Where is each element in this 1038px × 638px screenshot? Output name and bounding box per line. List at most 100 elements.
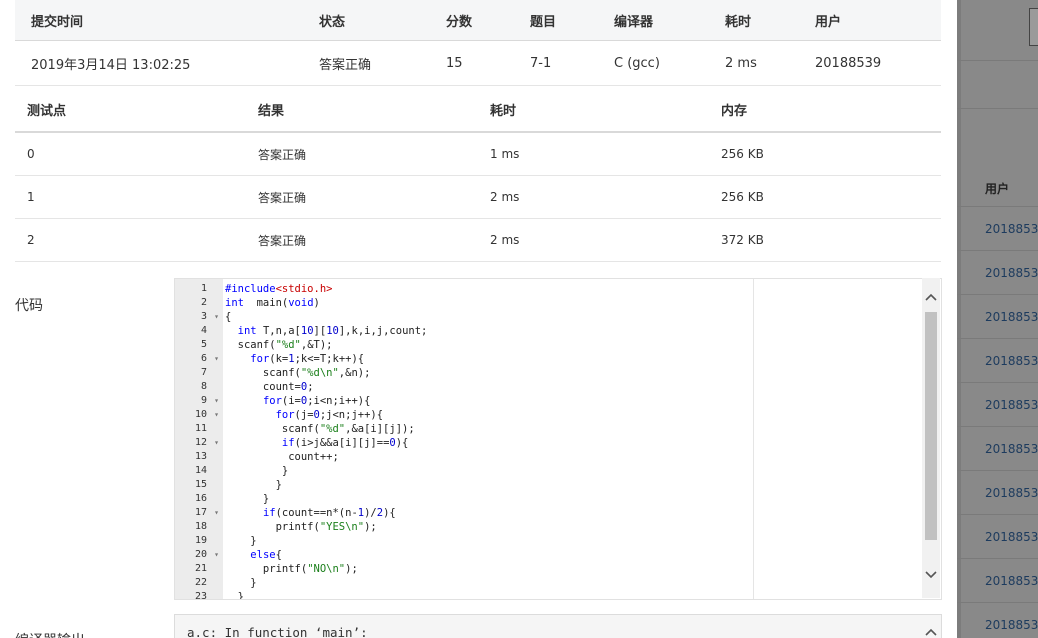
score-value: 15 xyxy=(430,40,514,86)
code-token: )/ xyxy=(364,507,377,519)
divider xyxy=(957,514,1038,515)
code-line: } xyxy=(225,478,925,492)
table-row: 0 答案正确 1 ms 256 KB xyxy=(15,132,941,176)
line-number: 14 xyxy=(175,464,223,478)
testcase-time: 2 ms xyxy=(478,218,709,262)
code-token: ); xyxy=(364,521,377,533)
code-token: (j= xyxy=(294,409,314,421)
line-number: 23 xyxy=(175,590,223,599)
side-user-cell: 2018853 xyxy=(985,398,1038,412)
code-token: ) xyxy=(313,297,320,309)
code-token: } xyxy=(225,577,257,589)
code-line: } xyxy=(225,590,925,600)
side-user-cell: 2018853 xyxy=(985,618,1038,632)
divider xyxy=(957,558,1038,559)
divider xyxy=(957,294,1038,295)
line-number: 9 ▾ xyxy=(175,394,223,408)
submission-row: 2019年3月14日 13:02:25 答案正确 15 7-1 C (gcc) … xyxy=(15,40,941,86)
line-number: 22 xyxy=(175,576,223,590)
header-result: 结果 xyxy=(246,87,478,133)
line-number-text: 4 xyxy=(200,325,207,336)
fold-arrow-icon[interactable]: ▾ xyxy=(214,408,219,422)
code-token: #include xyxy=(225,283,276,295)
chevron-down-icon[interactable] xyxy=(922,568,940,582)
code-line: for(j=0;j<n;j++){ xyxy=(225,408,925,422)
line-number-text: 18 xyxy=(194,521,207,532)
code-line: } xyxy=(225,492,925,506)
testcase-time: 1 ms xyxy=(478,132,709,176)
code-token: scanf( xyxy=(225,423,320,435)
code-token: ][ xyxy=(313,325,327,337)
user-value: 20188539 xyxy=(799,40,941,86)
line-number: 20 ▾ xyxy=(175,548,223,562)
line-number: 21 xyxy=(175,562,223,576)
side-user-cell: 2018853 xyxy=(985,442,1038,456)
header-duration: 耗时 xyxy=(709,0,799,41)
code-token: void xyxy=(288,297,314,309)
side-user-cell: 2018853 xyxy=(985,310,1038,324)
code-token: int xyxy=(225,297,244,309)
code-line: printf("NO\n"); xyxy=(225,562,925,576)
problem-link[interactable]: 7-1 xyxy=(514,40,598,86)
divider xyxy=(957,60,1038,61)
code-token: "NO\n" xyxy=(307,563,346,575)
fold-arrow-icon[interactable]: ▾ xyxy=(214,310,219,324)
fold-arrow-icon[interactable]: ▾ xyxy=(214,436,219,450)
editor-scrollbar[interactable] xyxy=(922,278,940,598)
status-accepted: 答案正确 xyxy=(303,40,430,86)
submission-header-row: 提交时间 状态 分数 题目 编译器 耗时 用户 xyxy=(15,0,941,41)
testcase-result: 答案正确 xyxy=(246,218,478,262)
line-number: 3 ▾ xyxy=(175,310,223,324)
header-problem: 题目 xyxy=(514,0,598,41)
divider xyxy=(957,382,1038,383)
header-compiler: 编译器 xyxy=(598,0,709,41)
line-number-text: 10 xyxy=(194,409,207,420)
line-number: 15 xyxy=(175,478,223,492)
code-token: for xyxy=(275,409,295,421)
chevron-up-icon[interactable] xyxy=(922,290,940,304)
line-number: 12 ▾ xyxy=(175,436,223,450)
background-button xyxy=(1029,8,1038,46)
line-number: 11 xyxy=(175,422,223,436)
fold-arrow-icon[interactable]: ▾ xyxy=(214,394,219,408)
side-user-cell: 2018853 xyxy=(985,266,1038,280)
compile-output-label: 编译器输出 xyxy=(15,630,85,638)
code-token: printf( xyxy=(225,521,320,533)
header-time: 耗时 xyxy=(478,87,709,133)
code-token: count= xyxy=(225,381,301,393)
code-token: ;i<n;i++){ xyxy=(307,395,371,407)
code-content[interactable]: #include<stdio.h> int main(void){ int T,n… xyxy=(225,279,925,600)
code-token: main( xyxy=(243,297,289,309)
chevron-up-icon[interactable] xyxy=(925,625,937,638)
line-number-text: 2 xyxy=(200,297,207,308)
line-number-text: 20 xyxy=(194,549,207,560)
code-token: "%d" xyxy=(319,423,346,435)
line-number: 1 xyxy=(175,282,223,296)
line-number-text: 14 xyxy=(194,465,207,476)
fold-arrow-icon[interactable]: ▾ xyxy=(214,352,219,366)
code-token: ){ xyxy=(395,437,409,449)
code-token: } xyxy=(225,479,282,491)
scrollbar-thumb[interactable] xyxy=(925,312,937,540)
compile-output-box[interactable]: a.c: In function ‘main’: xyxy=(174,614,942,638)
code-editor[interactable]: 1 2 3 ▾ 4 5 6 ▾ 7 8 9 ▾ 10 ▾ 11 12 ▾ 13 14 15 16 17 ▾ 18 19 20 ▾ 21… xyxy=(174,278,942,600)
testcase-memory: 372 KB xyxy=(709,218,941,262)
fold-arrow-icon[interactable]: ▾ xyxy=(214,506,219,520)
line-number-text: 19 xyxy=(194,535,207,546)
code-token: scanf( xyxy=(225,339,276,351)
code-token: } xyxy=(225,591,244,600)
code-label: 代码 xyxy=(15,298,43,314)
testcase-memory: 256 KB xyxy=(709,132,941,176)
line-number-text: 15 xyxy=(194,479,207,490)
divider xyxy=(957,206,1038,207)
fold-arrow-icon[interactable]: ▾ xyxy=(214,548,219,562)
line-number-text: 7 xyxy=(200,367,207,378)
line-number-text: 6 xyxy=(200,353,207,364)
code-token: if xyxy=(262,507,276,519)
code-token: (i= xyxy=(281,395,301,407)
divider xyxy=(957,338,1038,339)
divider xyxy=(957,250,1038,251)
line-number-text: 13 xyxy=(194,451,207,462)
line-number: 13 xyxy=(175,450,223,464)
